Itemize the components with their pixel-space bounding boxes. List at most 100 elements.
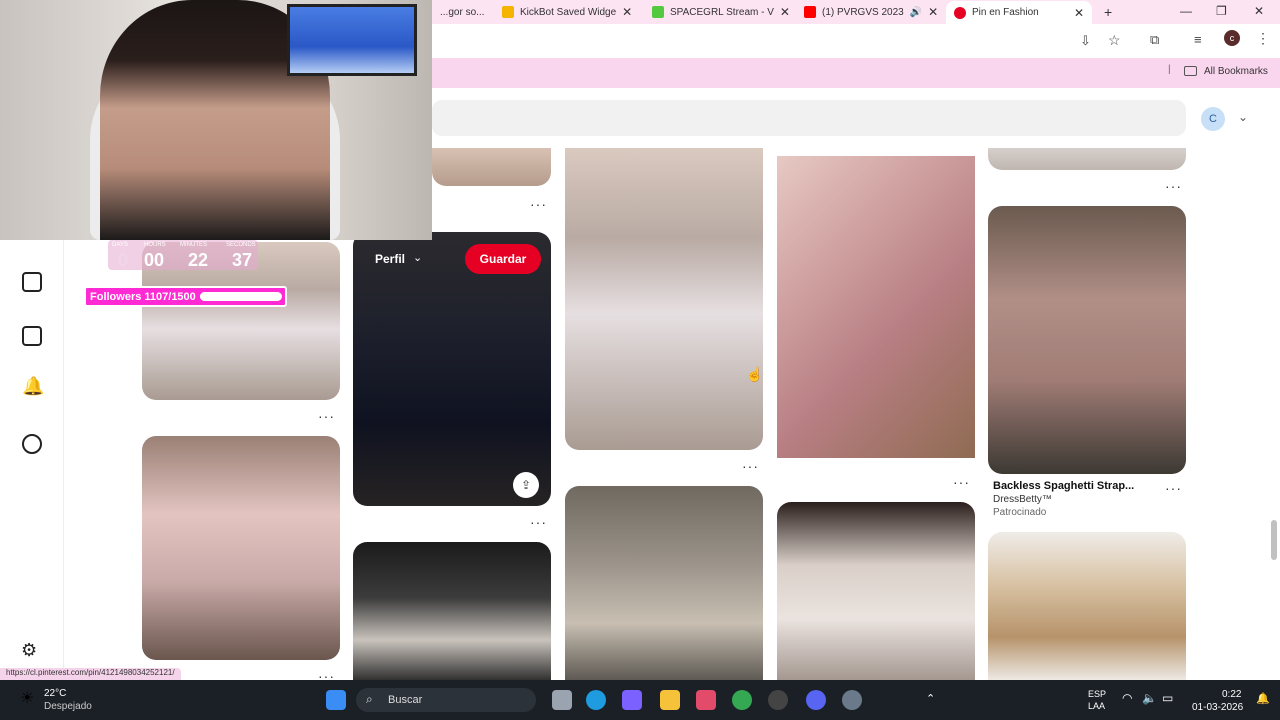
countdown-hours: 00 [144, 250, 165, 270]
chrome-icon[interactable] [732, 690, 752, 710]
more-icon[interactable]: ··· [1165, 178, 1182, 194]
minimize-icon[interactable]: — [1180, 4, 1192, 18]
user-avatar[interactable]: C [1201, 107, 1225, 131]
pinterest-sidebar: 🔔 ⚙ [0, 240, 64, 680]
pin-silver-fringe-gown[interactable] [565, 148, 763, 450]
countdown-label: SECONDS [226, 242, 256, 248]
all-bookmarks[interactable]: All Bookmarks [1204, 66, 1268, 77]
search-icon: ⌕ [366, 692, 373, 706]
settings-app-icon[interactable] [842, 690, 862, 710]
store-icon[interactable] [696, 690, 716, 710]
windows-start-icon[interactable] [326, 690, 346, 710]
battery-icon[interactable]: ▭ [1162, 691, 1173, 705]
obs-icon[interactable] [768, 690, 788, 710]
pin-champagne-dress[interactable] [565, 486, 763, 682]
clock-time[interactable]: 0:22 [1222, 689, 1241, 700]
countdown-days: 0 [118, 250, 129, 270]
weather-icon[interactable]: ☀ [20, 688, 34, 708]
extensions-icon[interactable]: ⧉ [1150, 32, 1159, 48]
media-icon[interactable]: ≡ [1194, 32, 1202, 47]
close-icon[interactable]: ✕ [928, 5, 938, 19]
speaker-icon[interactable]: 🔊 [910, 7, 922, 18]
tab-4[interactable]: (1) PVRGVS 2023 🔊 ✕ [796, 2, 942, 22]
restore-icon[interactable]: ❐ [1216, 4, 1227, 18]
clock-date[interactable]: 01-03-2026 [1192, 702, 1243, 713]
countdown-label: MINUTES [180, 242, 207, 248]
messages-icon[interactable] [22, 434, 42, 454]
close-icon[interactable]: ✕ [622, 5, 632, 19]
tab-3[interactable]: SPACEGRL Stream - V ✕ [644, 2, 790, 22]
scrollbar[interactable] [1270, 90, 1278, 678]
more-icon[interactable]: ··· [1165, 480, 1182, 496]
webcam-overlay [0, 0, 432, 240]
countdown-seconds: 37 [232, 250, 253, 270]
task-view-icon[interactable] [552, 690, 572, 710]
discord-icon[interactable] [806, 690, 826, 710]
save-button[interactable]: Guardar [465, 244, 541, 274]
chevron-down-icon[interactable]: ⌄ [1238, 110, 1248, 124]
wifi-icon[interactable]: ◠ [1122, 691, 1132, 705]
file-explorer-icon[interactable] [660, 690, 680, 710]
hand-cursor-icon: ☝ [746, 366, 764, 382]
bell-icon[interactable]: 🔔 [22, 376, 44, 397]
tv-screen [287, 4, 417, 76]
settings-icon[interactable]: ⚙ [21, 640, 37, 661]
more-icon[interactable]: ··· [953, 474, 970, 490]
pin-pink-corset-collage[interactable] [777, 156, 975, 458]
taskbar-search[interactable]: ⌕ Buscar [356, 688, 536, 712]
volume-icon[interactable]: 🔈 [1142, 691, 1157, 705]
copilot-icon[interactable] [622, 690, 642, 710]
new-tab-icon[interactable]: + [1104, 4, 1112, 20]
pin-embellished-gown[interactable] [353, 542, 551, 682]
countdown-label: HOURS [144, 242, 166, 248]
star-icon[interactable]: ☆ [1108, 32, 1121, 49]
chevron-up-icon[interactable]: ⌃ [926, 692, 935, 705]
followers-progress [200, 292, 282, 301]
followers-progress-fill [200, 292, 261, 301]
tab-pinterest[interactable]: Pin en Fashion ✕ [946, 1, 1092, 24]
tab-2[interactable]: KickBot Saved Widge ✕ [494, 2, 634, 22]
tab-title: ...gor so... [440, 6, 485, 18]
tab-title: Pin en Fashion [972, 7, 1039, 18]
close-icon[interactable]: ✕ [780, 5, 790, 19]
language-bottom[interactable]: LAA [1088, 701, 1105, 711]
more-icon[interactable]: ··· [530, 196, 547, 212]
followers-goal: Followers 1107/1500 [84, 286, 287, 307]
close-icon[interactable]: ✕ [1074, 6, 1084, 20]
more-icon[interactable]: ··· [530, 514, 547, 530]
pinterest-search-input[interactable] [432, 100, 1186, 136]
more-icon[interactable]: ··· [742, 458, 759, 474]
menu-icon[interactable]: ⋮ [1256, 30, 1270, 47]
followers-text: Followers 1107/1500 [90, 290, 196, 303]
search-label: Buscar [388, 694, 423, 706]
divider: | [1168, 64, 1171, 75]
advertiser-name[interactable]: DressBetty™ [993, 494, 1052, 505]
pin-gold-gown[interactable] [988, 532, 1186, 682]
weather-desc[interactable]: Despejado [44, 701, 92, 712]
countdown-label: DAYS [112, 242, 128, 248]
pin-pink-corset[interactable] [142, 436, 340, 660]
pin-top-partial[interactable] [432, 148, 551, 186]
language-top[interactable]: ESP [1088, 689, 1106, 699]
more-icon[interactable]: ··· [318, 408, 335, 424]
tab-title: SPACEGRL Stream - V [670, 6, 774, 18]
kick-icon [652, 6, 664, 18]
pin-navy-slit-gown[interactable]: Perfil ⌄ Guardar ⇪ [353, 232, 551, 506]
profile-dropdown[interactable]: Perfil [375, 252, 405, 266]
edge-icon[interactable] [586, 690, 606, 710]
pin-white-lace-gown[interactable] [777, 502, 975, 682]
pin-title[interactable]: Backless Spaghetti Strap... [993, 480, 1134, 492]
weather-temp[interactable]: 22°C [44, 688, 66, 699]
pin-top-partial-right[interactable] [988, 148, 1186, 170]
close-window-icon[interactable]: ✕ [1254, 4, 1264, 18]
profile-avatar[interactable]: c [1224, 30, 1240, 46]
tab-1[interactable]: ...gor so... ✕ [432, 2, 490, 22]
share-icon[interactable]: ⇪ [513, 472, 539, 498]
create-icon[interactable] [22, 326, 42, 346]
kickbot-icon [502, 6, 514, 18]
notifications-icon[interactable]: 🔔 [1256, 692, 1270, 705]
grid-icon[interactable] [22, 272, 42, 292]
youtube-icon [804, 6, 816, 18]
install-app-icon[interactable]: ⇩ [1080, 33, 1091, 49]
pin-sponsored-mauve-dress[interactable] [988, 206, 1186, 474]
